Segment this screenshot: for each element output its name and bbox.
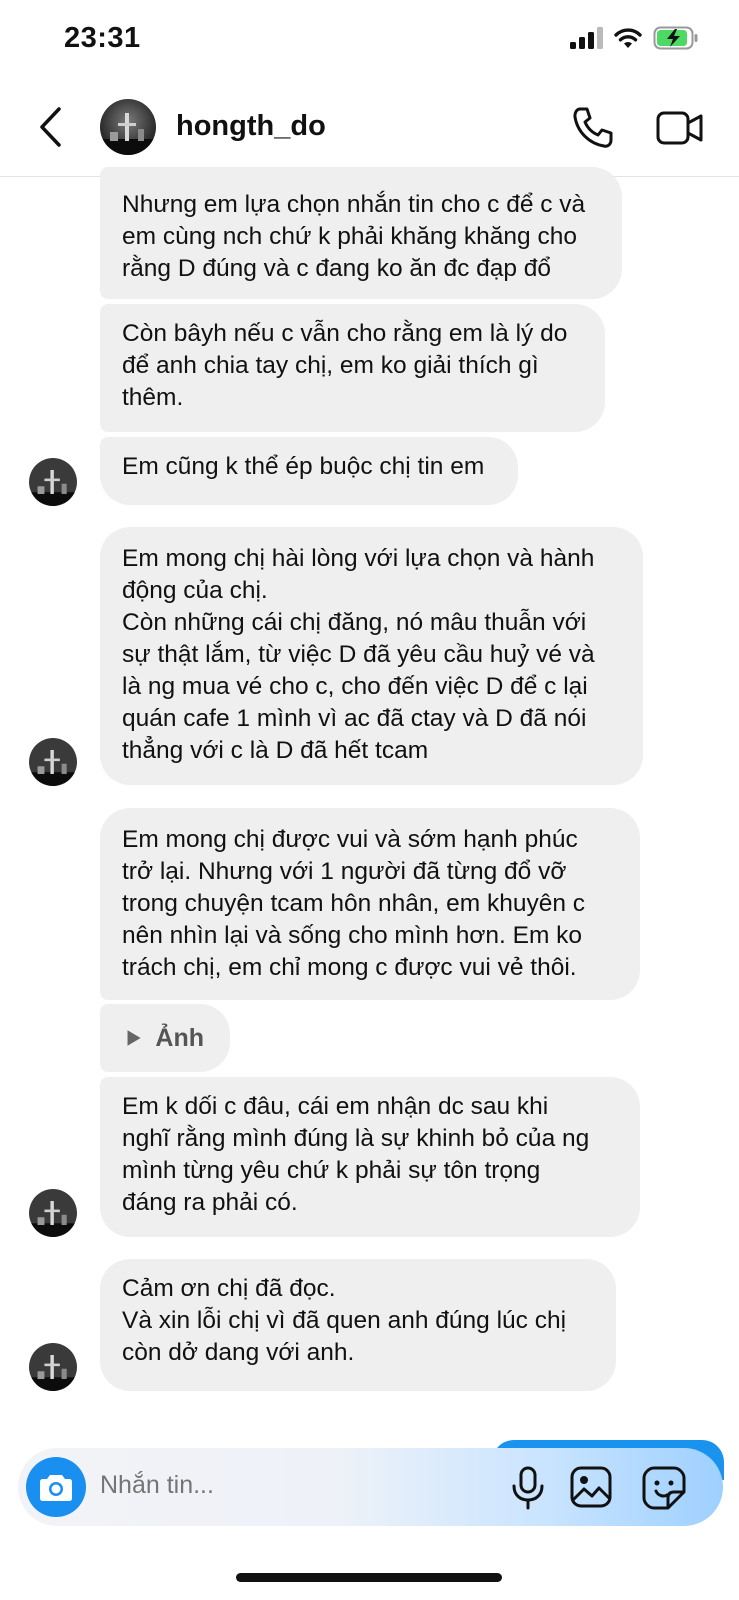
gallery-icon (570, 1466, 612, 1508)
status-bar: 23:31 (0, 0, 739, 80)
home-indicator[interactable] (236, 1573, 502, 1582)
contact-name[interactable]: hongth_do (176, 110, 326, 143)
status-time: 23:31 (64, 22, 141, 54)
message-bubble[interactable]: Em mong chị hài lòng với lựa chọn và hàn… (100, 527, 643, 785)
message-bubble[interactable]: Em cũng k thể ép buộc chị tin em (100, 437, 518, 505)
wifi-icon (614, 28, 642, 48)
sender-avatar[interactable] (29, 1343, 77, 1391)
battery-charging-icon (653, 26, 698, 50)
message-list[interactable]: Nhưng em lựa chọn nhắn tin cho c để c và… (0, 167, 739, 1437)
message-bubble[interactable]: Em k dối c đâu, cái em nhận dc sau khi n… (100, 1077, 640, 1237)
sticker-icon (642, 1466, 686, 1510)
signal-icon (570, 27, 603, 49)
back-button[interactable] (30, 102, 74, 152)
video-camera-icon (656, 111, 703, 145)
gallery-button[interactable] (570, 1466, 612, 1508)
sender-avatar[interactable] (29, 1189, 77, 1237)
camera-button[interactable] (26, 1457, 86, 1517)
play-icon (127, 1030, 141, 1046)
back-arrow-icon (40, 107, 61, 147)
message-bubble[interactable]: Cảm ơn chị đã đọc. Và xin lỗi chị vì đã … (100, 1259, 616, 1391)
message-bubble[interactable]: Nhưng em lựa chọn nhắn tin cho c để c và… (100, 167, 622, 299)
media-label: Ảnh (155, 1023, 204, 1052)
phone-icon (573, 107, 613, 148)
video-call-button[interactable] (656, 108, 704, 148)
sender-avatar[interactable] (29, 458, 77, 506)
camera-icon (40, 1475, 72, 1501)
media-message[interactable]: Ảnh (100, 1004, 230, 1072)
message-bubble[interactable]: Còn bâyh nếu c vẫn cho rằng em là lý do … (100, 304, 605, 432)
sticker-button[interactable] (642, 1466, 686, 1510)
message-input[interactable] (100, 1471, 400, 1500)
status-icons (569, 26, 699, 50)
message-composer (18, 1448, 723, 1526)
chat-header: hongth_do (0, 80, 739, 177)
contact-avatar[interactable] (100, 99, 156, 155)
microphone-icon (512, 1466, 544, 1510)
voice-call-button[interactable] (570, 105, 616, 151)
message-bubble[interactable]: Em mong chị được vui và sớm hạnh phúc tr… (100, 808, 640, 1000)
sender-avatar[interactable] (29, 738, 77, 786)
voice-message-button[interactable] (508, 1466, 548, 1510)
